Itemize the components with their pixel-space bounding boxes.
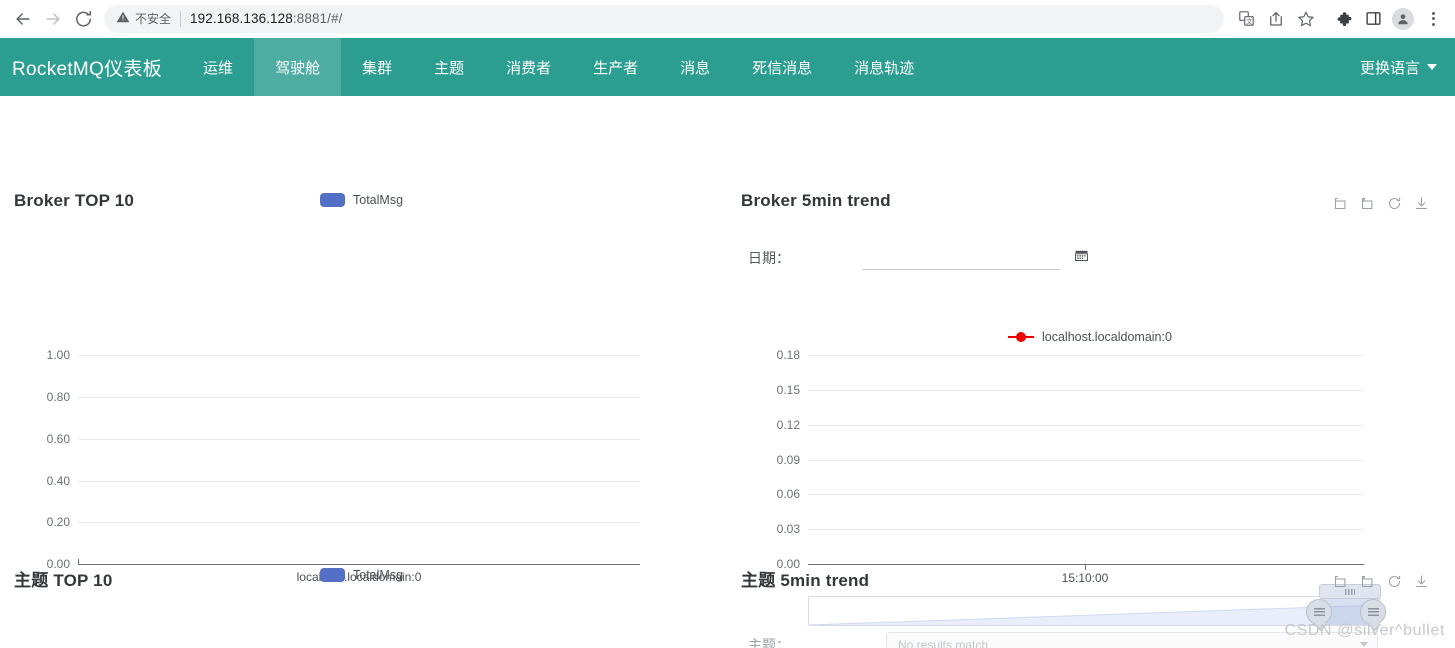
reload-icon	[74, 9, 93, 28]
legend-label-totalmsg: TotalMsg	[353, 568, 404, 582]
topic-top10-title: 主题 TOP 10	[14, 571, 113, 590]
dashboard-page: 日期： Broker TOP 10 TotalMsg 1.00 0.80 0.6…	[0, 96, 1455, 648]
share-icon[interactable]	[1262, 5, 1290, 33]
nav-item-message[interactable]: 消息	[659, 38, 731, 96]
security-warning[interactable]: 不安全	[116, 10, 171, 27]
data-zoom-icon[interactable]	[1333, 574, 1348, 589]
chrome-menu-icon[interactable]	[1419, 5, 1447, 33]
restore-icon[interactable]	[1387, 574, 1402, 589]
forward-arrow-icon	[43, 9, 63, 29]
save-image-icon[interactable]	[1414, 574, 1429, 589]
nav-item-dlq-message[interactable]: 死信消息	[731, 38, 833, 96]
three-dots	[1431, 11, 1435, 26]
profile-avatar-icon[interactable]	[1389, 5, 1417, 33]
browser-toolbar: 不安全 192.168.136.128:8881/#/ 文	[0, 0, 1455, 38]
nav-item-consumer[interactable]: 消费者	[485, 38, 572, 96]
topic-trend-toolbox	[1333, 574, 1429, 589]
chevron-down-icon	[1427, 64, 1437, 70]
back-arrow-icon	[13, 9, 33, 29]
nav-item-topic[interactable]: 主题	[413, 38, 485, 96]
topic-trend-panel: 主题 5min trend undefined	[728, 96, 1455, 648]
translate-icon[interactable]: 文	[1232, 5, 1260, 33]
back-button[interactable]	[8, 4, 38, 34]
omnibox-divider	[180, 10, 182, 27]
browser-actions: 文	[1232, 5, 1447, 33]
data-zoom-restore-icon[interactable]	[1360, 574, 1375, 589]
app-navbar: RocketMQ仪表板 运维 驾驶舱 集群 主题 消费者 生产者 消息 死信消息…	[0, 38, 1455, 96]
url-text: 192.168.136.128:8881/#/	[190, 11, 343, 26]
topic-top10-panel: 主题 TOP 10 TotalMsg	[0, 96, 728, 648]
bookmark-star-icon[interactable]	[1292, 5, 1320, 33]
nav-item-message-trace[interactable]: 消息轨迹	[833, 38, 935, 96]
topic-trend-title: 主题 5min trend	[741, 571, 870, 590]
extensions-puzzle-icon[interactable]	[1329, 5, 1357, 33]
security-warning-label: 不安全	[135, 12, 172, 26]
topic-top10-legend[interactable]: TotalMsg	[320, 568, 403, 582]
language-switcher[interactable]: 更换语言	[1342, 38, 1455, 96]
nav-item-ops[interactable]: 运维	[182, 38, 254, 96]
svg-text:文: 文	[1246, 17, 1253, 26]
avatar	[1392, 7, 1414, 30]
legend-swatch-totalmsg	[320, 568, 345, 582]
side-panel-icon[interactable]	[1359, 5, 1387, 33]
reload-button[interactable]	[68, 4, 98, 34]
nav-item-dashboard[interactable]: 驾驶舱	[254, 38, 342, 96]
language-switcher-label: 更换语言	[1359, 59, 1420, 77]
nav-item-cluster[interactable]: 集群	[341, 38, 413, 96]
forward-button[interactable]	[38, 4, 68, 34]
app-brand[interactable]: RocketMQ仪表板	[0, 38, 182, 96]
nav-item-producer[interactable]: 生产者	[572, 38, 659, 96]
address-bar[interactable]: 不安全 192.168.136.128:8881/#/	[104, 4, 1224, 33]
warning-triangle-icon	[116, 10, 130, 27]
watermark: CSDN @silver^bullet	[1284, 622, 1445, 639]
